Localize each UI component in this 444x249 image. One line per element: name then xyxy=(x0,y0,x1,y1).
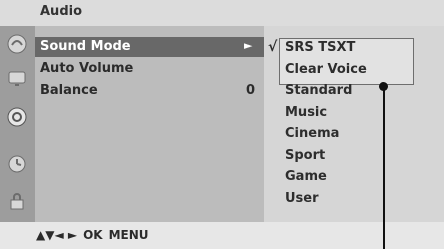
menu-item-balance[interactable]: Balance 0 xyxy=(35,81,264,101)
menu-item-label: Balance xyxy=(40,83,98,98)
option-clear-voice[interactable]: Clear Voice xyxy=(285,62,367,77)
main-menu-panel: Sound Mode ► Auto Volume Balance 0 xyxy=(35,26,264,222)
callout-dot xyxy=(379,82,388,91)
osd-screen: Audio Sound Mode ► Auto Volume Balance 0… xyxy=(0,0,444,249)
category-icon-column xyxy=(0,26,35,222)
menu-title: Audio xyxy=(40,4,83,19)
audio-icon[interactable] xyxy=(5,105,29,129)
footer-bar: ▲▼◄ ► OK MENU xyxy=(0,222,444,249)
picture-icon[interactable] xyxy=(5,32,29,56)
balance-value: 0 xyxy=(246,83,256,98)
ok-label: OK xyxy=(83,228,103,242)
lock-icon[interactable] xyxy=(5,189,29,213)
title-bar: Audio xyxy=(0,0,444,26)
navigation-hint: ▲▼◄ ► OK MENU xyxy=(36,228,149,242)
option-standard[interactable]: Standard xyxy=(285,83,352,98)
option-sport[interactable]: Sport xyxy=(285,148,325,163)
option-user[interactable]: User xyxy=(285,191,319,206)
callout-line xyxy=(383,86,385,249)
checkmark-icon: √ xyxy=(268,39,278,55)
menu-item-auto-volume[interactable]: Auto Volume xyxy=(35,59,264,79)
option-game[interactable]: Game xyxy=(285,169,327,184)
menu-item-label: Sound Mode xyxy=(40,39,131,54)
option-cinema[interactable]: Cinema xyxy=(285,126,339,141)
tv-icon[interactable] xyxy=(5,66,29,90)
clock-icon[interactable] xyxy=(5,152,29,176)
menu-item-sound-mode[interactable]: Sound Mode ► xyxy=(35,37,264,57)
menu-label: MENU xyxy=(108,228,149,242)
sound-mode-submenu: √ SRS TSXT Clear Voice Standard Music Ci… xyxy=(264,26,444,222)
submenu-arrow-icon: ► xyxy=(244,39,253,52)
arrow-keys-icon: ▲▼◄ ► xyxy=(36,228,78,242)
menu-item-label: Auto Volume xyxy=(40,61,134,76)
option-srs-tsxt[interactable]: SRS TSXT xyxy=(285,40,355,55)
option-music[interactable]: Music xyxy=(285,105,327,120)
